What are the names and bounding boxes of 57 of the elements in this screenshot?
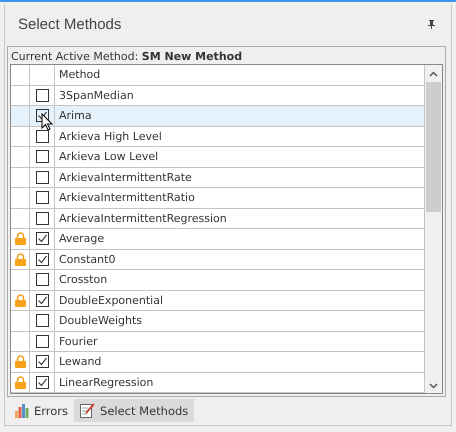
table-row[interactable]: Lewand <box>11 352 424 372</box>
table-row[interactable]: ArkievaIntermittentRegression <box>11 208 424 229</box>
table-row[interactable]: Arkieva High Level <box>11 126 424 147</box>
method-name: Crosston <box>59 273 108 286</box>
checkbox[interactable] <box>36 130 48 143</box>
table-row[interactable]: ArkievaIntermittentRatio <box>11 188 424 208</box>
table-row[interactable]: Crosston <box>11 270 424 290</box>
checkbox[interactable] <box>36 150 48 164</box>
checkbox[interactable] <box>36 355 48 368</box>
cursor-icon <box>41 113 53 131</box>
checkbox[interactable] <box>36 170 48 184</box>
checklist-icon <box>80 403 96 418</box>
scroll-down-icon[interactable] <box>429 383 438 389</box>
method-name: Fourier <box>59 334 98 348</box>
table-row[interactable]: DoubleExponential <box>11 290 424 311</box>
checkbox[interactable] <box>36 252 48 266</box>
scrollbar-thumb[interactable] <box>426 82 441 212</box>
checkbox[interactable] <box>36 314 48 328</box>
active-method-value: SM New Method <box>142 50 242 63</box>
bar-chart-icon <box>15 404 29 418</box>
method-name: 3SpanMedian <box>59 88 134 102</box>
panel-tab[interactable]: Errors <box>9 399 74 422</box>
active-method-label: Current Active Method: <box>11 50 138 63</box>
method-name: ArkievaIntermittentRatio <box>59 191 195 204</box>
checkbox[interactable] <box>36 294 48 307</box>
method-name: Arkieva Low Level <box>59 150 158 164</box>
checkbox[interactable] <box>36 212 48 225</box>
checkbox[interactable] <box>36 88 48 102</box>
method-name: DoubleExponential <box>59 294 164 307</box>
method-name: Arima <box>59 109 92 122</box>
method-name: Constant0 <box>59 252 116 266</box>
panel-tab[interactable]: Select Methods <box>74 399 194 422</box>
vertical-scrollbar[interactable] <box>424 65 442 393</box>
table-row[interactable]: ArkievaIntermittentRate <box>11 168 424 188</box>
table-row[interactable]: Constant0 <box>11 250 424 270</box>
scroll-up-icon[interactable] <box>429 71 438 77</box>
checkbox[interactable] <box>36 334 48 348</box>
method-name: DoubleWeights <box>59 314 142 328</box>
method-name: ArkievaIntermittentRate <box>59 170 192 184</box>
table-row[interactable]: LinearRegression <box>11 372 424 393</box>
method-name: ArkievaIntermittentRegression <box>59 212 227 225</box>
checkbox[interactable] <box>36 232 48 246</box>
table-row[interactable]: DoubleWeights <box>11 311 424 332</box>
table-row[interactable]: Average <box>11 229 424 250</box>
column-header[interactable]: Method <box>55 65 424 84</box>
checkbox[interactable] <box>36 273 48 286</box>
checkbox[interactable] <box>36 376 48 389</box>
table-row[interactable]: Arkieva Low Level <box>11 147 424 168</box>
method-name: Arkieva High Level <box>59 130 162 143</box>
table-row[interactable]: 3SpanMedian <box>11 86 424 106</box>
pin-icon[interactable] <box>428 20 435 28</box>
checkbox[interactable] <box>36 191 48 204</box>
method-name: Average <box>59 232 104 246</box>
table-row[interactable]: Fourier <box>11 332 424 352</box>
method-name: Lewand <box>59 355 102 368</box>
panel-title: Select Methods <box>18 16 122 32</box>
method-name: LinearRegression <box>59 376 154 389</box>
